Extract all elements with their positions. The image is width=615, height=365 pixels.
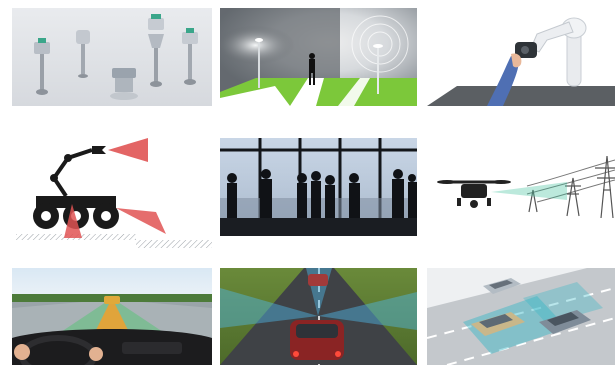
radar-level-sensors-icon <box>12 8 212 106</box>
tile-airport-silhouettes <box>220 138 417 236</box>
motion-sensor-street-light-icon <box>220 8 417 106</box>
mobile-robot-radar-icon <box>16 138 212 250</box>
highway-radar-icon <box>220 268 417 365</box>
tile-driver-view <box>12 268 212 365</box>
car-interior-radar-icon <box>12 268 212 365</box>
tile-cobot-arm <box>427 8 615 106</box>
tile-traffic-3d <box>427 268 615 365</box>
tile-radar-sensors <box>12 8 212 106</box>
tile-motion-street-lights <box>220 8 417 106</box>
traffic-radar-3d-icon <box>427 268 615 365</box>
tile-drone-powerline <box>427 138 615 236</box>
collaborative-robot-arm-icon <box>427 8 615 106</box>
tile-highway-night <box>220 268 417 365</box>
tile-mobile-robot-radar <box>16 138 212 250</box>
people-silhouettes-icon <box>220 138 417 236</box>
drone-power-line-icon <box>427 138 615 236</box>
